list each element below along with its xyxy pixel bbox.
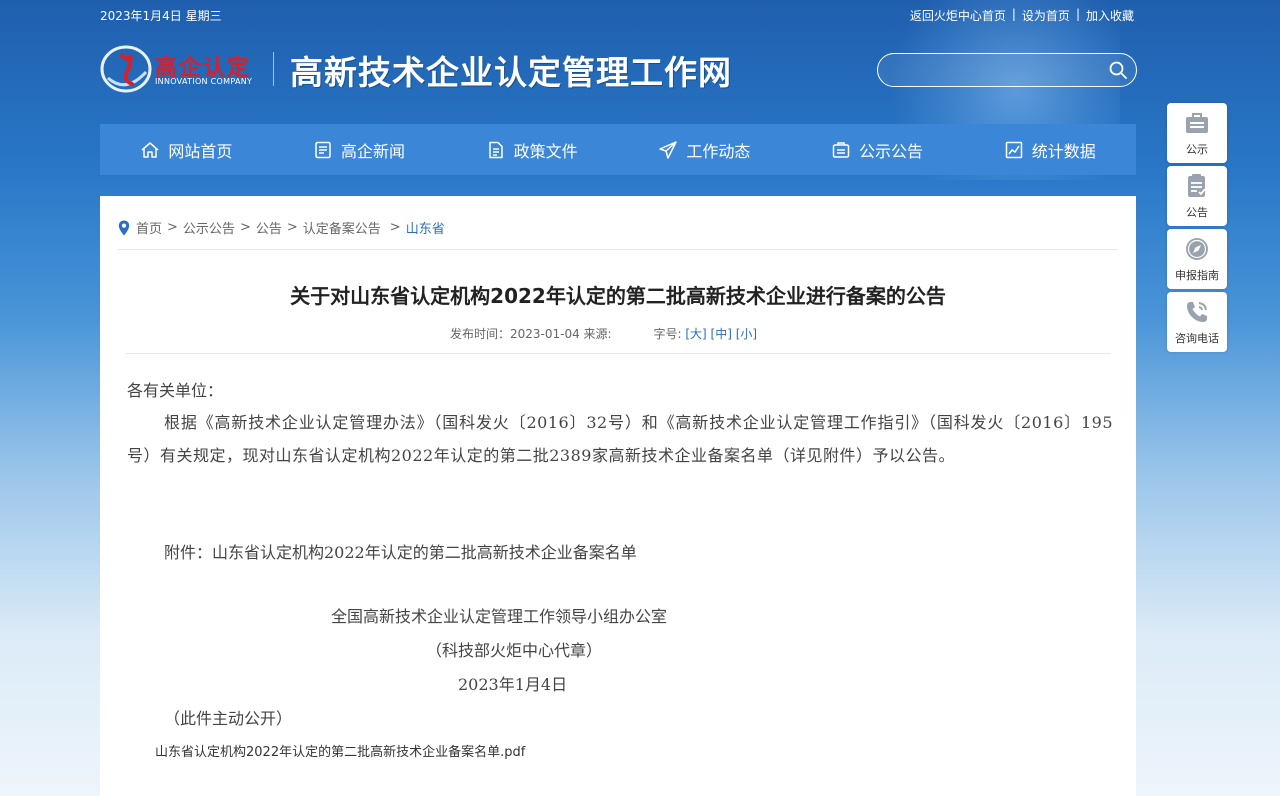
nav-label: 工作动态 xyxy=(686,141,751,161)
return-torch-center-link[interactable]: 返回火炬中心首页 xyxy=(910,7,1006,24)
nav-statistics[interactable]: 统计数据 xyxy=(963,124,1136,175)
nav-work[interactable]: 工作动态 xyxy=(618,124,791,175)
search-box xyxy=(877,53,1137,87)
site-title: 高新技术企业认定管理工作网 xyxy=(290,53,732,92)
breadcrumb-separator: > xyxy=(239,220,251,235)
search-input[interactable] xyxy=(892,60,1092,80)
side-label: 咨询电话 xyxy=(1175,332,1219,345)
phone-icon xyxy=(1187,302,1207,322)
breadcrumb-shandong[interactable]: 山东省 xyxy=(406,218,445,237)
document-icon xyxy=(488,141,503,158)
article-meta: 发布时间：2023-01-04 来源: 字号: [大] [中] [小] xyxy=(450,325,757,342)
signature-date: 2023年1月4日 xyxy=(458,675,568,694)
separator: | xyxy=(1075,7,1080,21)
nav-policy[interactable]: 政策文件 xyxy=(445,124,618,175)
top-bar: 2023年1月4日 星期三 返回火炬中心首页 | 设为首页 | 加入收藏 xyxy=(100,7,1136,25)
font-size-small[interactable]: [小] xyxy=(736,327,757,341)
font-size-medium[interactable]: [中] xyxy=(711,327,732,341)
main-paragraph: 根据《高新技术企业认定管理办法》（国科发火〔2016〕32号）和《高新技术企业认… xyxy=(127,413,1113,465)
attachment-note: 附件：山东省认定机构2022年认定的第二批高新技术企业备案名单 xyxy=(164,543,637,562)
current-date: 2023年1月4日 星期三 xyxy=(100,9,222,23)
briefcase-icon xyxy=(1186,113,1208,133)
separator: | xyxy=(1011,7,1016,21)
announcement-icon xyxy=(832,141,850,158)
side-button-publicity[interactable]: 公示 xyxy=(1167,103,1227,163)
content-panel: 首页 > 公示公告 > 公告 > 认定备案公告 > 山东省 关于对山东省认定机构… xyxy=(100,196,1136,796)
logo-emblem-icon xyxy=(100,45,152,93)
nav-home[interactable]: 网站首页 xyxy=(100,124,273,175)
divider xyxy=(118,249,1118,250)
divider xyxy=(126,353,1111,354)
article-title: 关于对山东省认定机构2022年认定的第二批高新技术企业进行备案的公告 xyxy=(290,284,946,308)
side-label: 申报指南 xyxy=(1175,269,1219,282)
nav-label: 统计数据 xyxy=(1031,141,1096,161)
breadcrumb-announcements[interactable]: 公示公告 xyxy=(183,218,235,237)
side-label: 公示 xyxy=(1186,143,1208,156)
news-icon xyxy=(315,141,331,158)
logo-divider xyxy=(273,52,274,86)
side-label: 公告 xyxy=(1186,206,1208,219)
signature-org: 全国高新技术企业认定管理工作领导小组办公室 xyxy=(331,607,668,626)
side-button-guide[interactable]: 申报指南 xyxy=(1167,229,1227,289)
breadcrumb-home[interactable]: 首页 xyxy=(136,218,162,237)
top-links: 返回火炬中心首页 | 设为首页 | 加入收藏 xyxy=(910,7,1134,24)
nav-label: 高企新闻 xyxy=(341,141,406,161)
salutation: 各有关单位： xyxy=(127,381,224,400)
clipboard-icon xyxy=(1188,174,1206,197)
font-size-large[interactable]: [大] xyxy=(685,327,706,341)
publish-info: 发布时间：2023-01-04 来源: xyxy=(450,327,612,341)
nav-label: 政策文件 xyxy=(513,141,578,161)
breadcrumb-separator: > xyxy=(389,220,401,235)
compass-icon xyxy=(1186,238,1208,260)
breadcrumb-notices[interactable]: 公告 xyxy=(256,218,282,237)
breadcrumb-separator: > xyxy=(286,220,298,235)
nav-announcements[interactable]: 公示公告 xyxy=(791,124,964,175)
set-homepage-link[interactable]: 设为首页 xyxy=(1022,7,1070,24)
search-icon[interactable] xyxy=(1108,60,1128,80)
nav-label: 公示公告 xyxy=(859,141,924,161)
breadcrumb-filing-notices[interactable]: 认定备案公告 xyxy=(303,218,381,237)
font-size-label: 字号: xyxy=(653,327,682,341)
paper-plane-icon xyxy=(659,140,678,159)
site-logo[interactable]: 高企认定 INNOVATION COMPANY xyxy=(100,42,260,94)
nav-label: 网站首页 xyxy=(168,141,233,161)
signature-seal: （科技部火炬中心代章） xyxy=(426,641,603,660)
add-favorite-link[interactable]: 加入收藏 xyxy=(1086,7,1134,24)
breadcrumb: 首页 > 公示公告 > 公告 > 认定备案公告 > 山东省 xyxy=(118,218,445,237)
attachment-pdf-link[interactable]: 山东省认定机构2022年认定的第二批高新技术企业备案名单.pdf xyxy=(155,741,525,760)
home-icon xyxy=(141,141,159,158)
location-pin-icon xyxy=(118,220,130,235)
side-button-phone[interactable]: 咨询电话 xyxy=(1167,292,1227,352)
chart-icon xyxy=(1005,141,1022,158)
breadcrumb-separator: > xyxy=(167,220,178,235)
side-button-notices[interactable]: 公告 xyxy=(1167,166,1227,226)
main-nav: 网站首页 高企新闻 政策文件 工作动态 公示公告 统计数据 xyxy=(100,124,1136,175)
logo-subtext: INNOVATION COMPANY xyxy=(155,77,253,86)
nav-news[interactable]: 高企新闻 xyxy=(273,124,446,175)
public-note: （此件主动公开） xyxy=(164,709,293,728)
